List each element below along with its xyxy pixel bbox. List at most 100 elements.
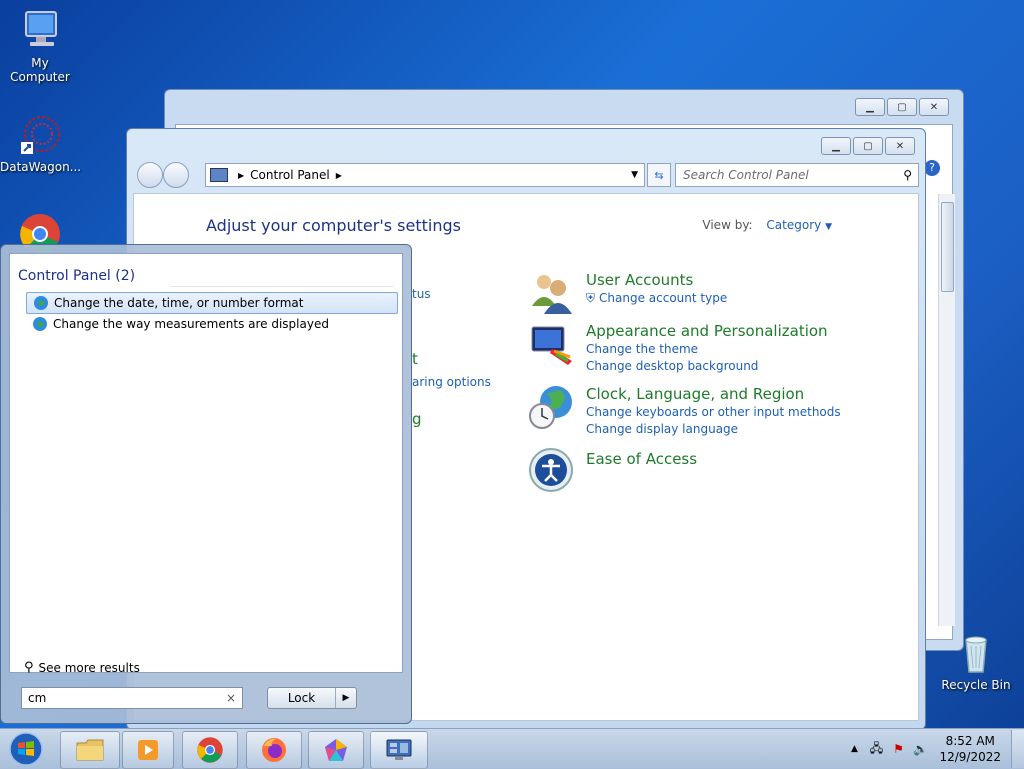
clock-globe-icon: [528, 384, 574, 430]
clock-date: 12/9/2022: [939, 750, 1001, 764]
minimize-button[interactable]: ▁: [821, 137, 851, 155]
search-value[interactable]: cm: [22, 691, 226, 705]
maximize-button[interactable]: ▢: [887, 98, 917, 116]
category-title[interactable]: Clock, Language, and Region: [586, 384, 841, 404]
category-link[interactable]: ⛨ Change account type: [586, 290, 727, 307]
result-item[interactable]: Change the date, time, or number format: [26, 292, 398, 314]
start-menu[interactable]: Control Panel (2) Change the date, time,…: [0, 244, 412, 724]
start-button[interactable]: [6, 731, 46, 767]
ease-of-access-icon: [528, 447, 574, 493]
globe-icon: [33, 295, 49, 311]
control-panel-small-icon: [210, 168, 228, 182]
clock[interactable]: 8:52 AM 12/9/2022: [939, 733, 1001, 765]
see-more-label[interactable]: See more results: [39, 661, 140, 675]
category-link[interactable]: Change keyboards or other input methods: [586, 404, 841, 421]
show-desktop-button[interactable]: [1011, 730, 1024, 768]
windows-orb-icon: [9, 732, 43, 766]
scrollbar-thumb[interactable]: [941, 202, 954, 292]
result-label[interactable]: Change the date, time, or number format: [54, 296, 303, 310]
desktop-icon-my-computer[interactable]: My Computer: [0, 8, 80, 84]
lock-button-group[interactable]: Lock ▶: [267, 687, 357, 709]
partial-link[interactable]: tus: [412, 287, 431, 301]
address-bar[interactable]: ▶ Control Panel ▶ ▼: [205, 163, 645, 187]
breadcrumb-separator-icon[interactable]: ▶: [336, 171, 342, 180]
show-hidden-icons-icon[interactable]: ▲: [846, 741, 862, 757]
power-options-arrow-icon[interactable]: ▶: [336, 688, 356, 708]
globe-icon: [32, 316, 48, 332]
category-link[interactable]: Change display language: [586, 421, 841, 438]
magnifier-icon: ⚲: [24, 660, 34, 675]
search-input[interactable]: Search Control Panel: [676, 168, 903, 182]
colorful-app-icon: [325, 739, 347, 761]
breadcrumb-separator-icon: ▶: [238, 170, 245, 180]
close-button[interactable]: ✕: [919, 98, 949, 116]
category-link[interactable]: Change the theme: [586, 341, 828, 358]
close-icon: ✕: [895, 140, 905, 152]
maximize-button[interactable]: ▢: [853, 137, 883, 155]
desktop-icon-label: Recycle Bin: [941, 678, 1011, 692]
address-dropdown-icon[interactable]: ▼: [631, 170, 638, 180]
minimize-icon: ▁: [866, 101, 874, 113]
search-box[interactable]: Search Control Panel ⚲: [675, 163, 919, 187]
partial-title[interactable]: t: [412, 350, 418, 368]
page-title: Adjust your computer's settings: [206, 216, 461, 235]
action-center-flag-icon[interactable]: ⚑: [890, 741, 906, 757]
see-more-results[interactable]: ⚲ See more results: [24, 660, 140, 675]
chrome-icon: [197, 737, 223, 763]
taskbar-media-player-button[interactable]: [122, 731, 174, 769]
partial-title[interactable]: g: [412, 410, 422, 428]
category-title[interactable]: Ease of Access: [586, 449, 697, 469]
volume-icon[interactable]: 🔈: [912, 741, 928, 757]
lock-button[interactable]: Lock: [268, 688, 336, 708]
category-link[interactable]: Change desktop background: [586, 358, 828, 375]
search-icon[interactable]: ⚲: [903, 168, 912, 182]
back-button[interactable]: [137, 162, 163, 188]
clear-search-icon[interactable]: ×: [226, 691, 236, 705]
taskbar-chrome-button[interactable]: [182, 731, 238, 769]
shield-icon: ⛨: [586, 291, 596, 305]
folder-icon: [76, 739, 104, 761]
background-scrollbar[interactable]: [938, 194, 955, 626]
view-by-value[interactable]: Category: [766, 218, 821, 232]
appearance-icon: [528, 321, 574, 367]
minimize-icon: ▁: [832, 140, 840, 152]
taskbar-app-button[interactable]: [308, 731, 364, 769]
clock-time: 8:52 AM: [945, 734, 995, 748]
desktop-icon-label: My Computer: [10, 56, 70, 84]
results-group-title[interactable]: Control Panel (2): [18, 268, 135, 284]
taskbar-explorer-button[interactable]: [60, 731, 120, 769]
datawagon-icon: [18, 112, 62, 156]
view-by-dropdown[interactable]: Category ▼: [766, 218, 832, 232]
control-panel-icon: [386, 739, 412, 760]
chevron-down-icon[interactable]: ▼: [825, 222, 832, 232]
background-help-icon[interactable]: ?: [924, 160, 940, 176]
forward-button[interactable]: [163, 162, 189, 188]
divider: [170, 286, 394, 287]
media-player-icon: [138, 740, 158, 760]
category-title[interactable]: Appearance and Personalization: [586, 321, 828, 341]
taskbar-firefox-button[interactable]: [246, 731, 302, 769]
link-text[interactable]: Change account type: [599, 291, 727, 305]
partial-link[interactable]: aring options: [412, 375, 491, 389]
taskbar: ▲ 🖧 ⚑ 🔈 8:52 AM 12/9/2022: [0, 728, 1024, 769]
close-icon: ✕: [929, 101, 939, 113]
maximize-icon: ▢: [863, 140, 873, 152]
computer-icon: [18, 8, 62, 52]
breadcrumb-control-panel[interactable]: Control Panel: [250, 168, 330, 182]
desktop-icon-datawagon[interactable]: DataWagon...: [0, 112, 81, 174]
category-title[interactable]: User Accounts: [586, 270, 727, 290]
close-button[interactable]: ✕: [885, 137, 915, 155]
firefox-icon: [262, 738, 286, 762]
search-results-panel: Control Panel (2) Change the date, time,…: [9, 253, 403, 675]
result-item[interactable]: Change the way measurements are displaye…: [26, 314, 396, 334]
view-by-label: View by:: [702, 218, 753, 232]
network-icon[interactable]: 🖧: [868, 741, 884, 757]
start-search-input[interactable]: cm ×: [21, 687, 243, 709]
result-label[interactable]: Change the way measurements are displaye…: [53, 317, 329, 331]
minimize-button[interactable]: ▁: [855, 98, 885, 116]
maximize-icon: ▢: [897, 101, 907, 113]
user-accounts-icon: [528, 270, 574, 316]
refresh-button[interactable]: ⇆: [647, 163, 671, 187]
system-tray: ▲ 🖧 ⚑ 🔈 8:52 AM 12/9/2022: [843, 729, 1024, 769]
taskbar-control-panel-button[interactable]: [370, 731, 428, 769]
